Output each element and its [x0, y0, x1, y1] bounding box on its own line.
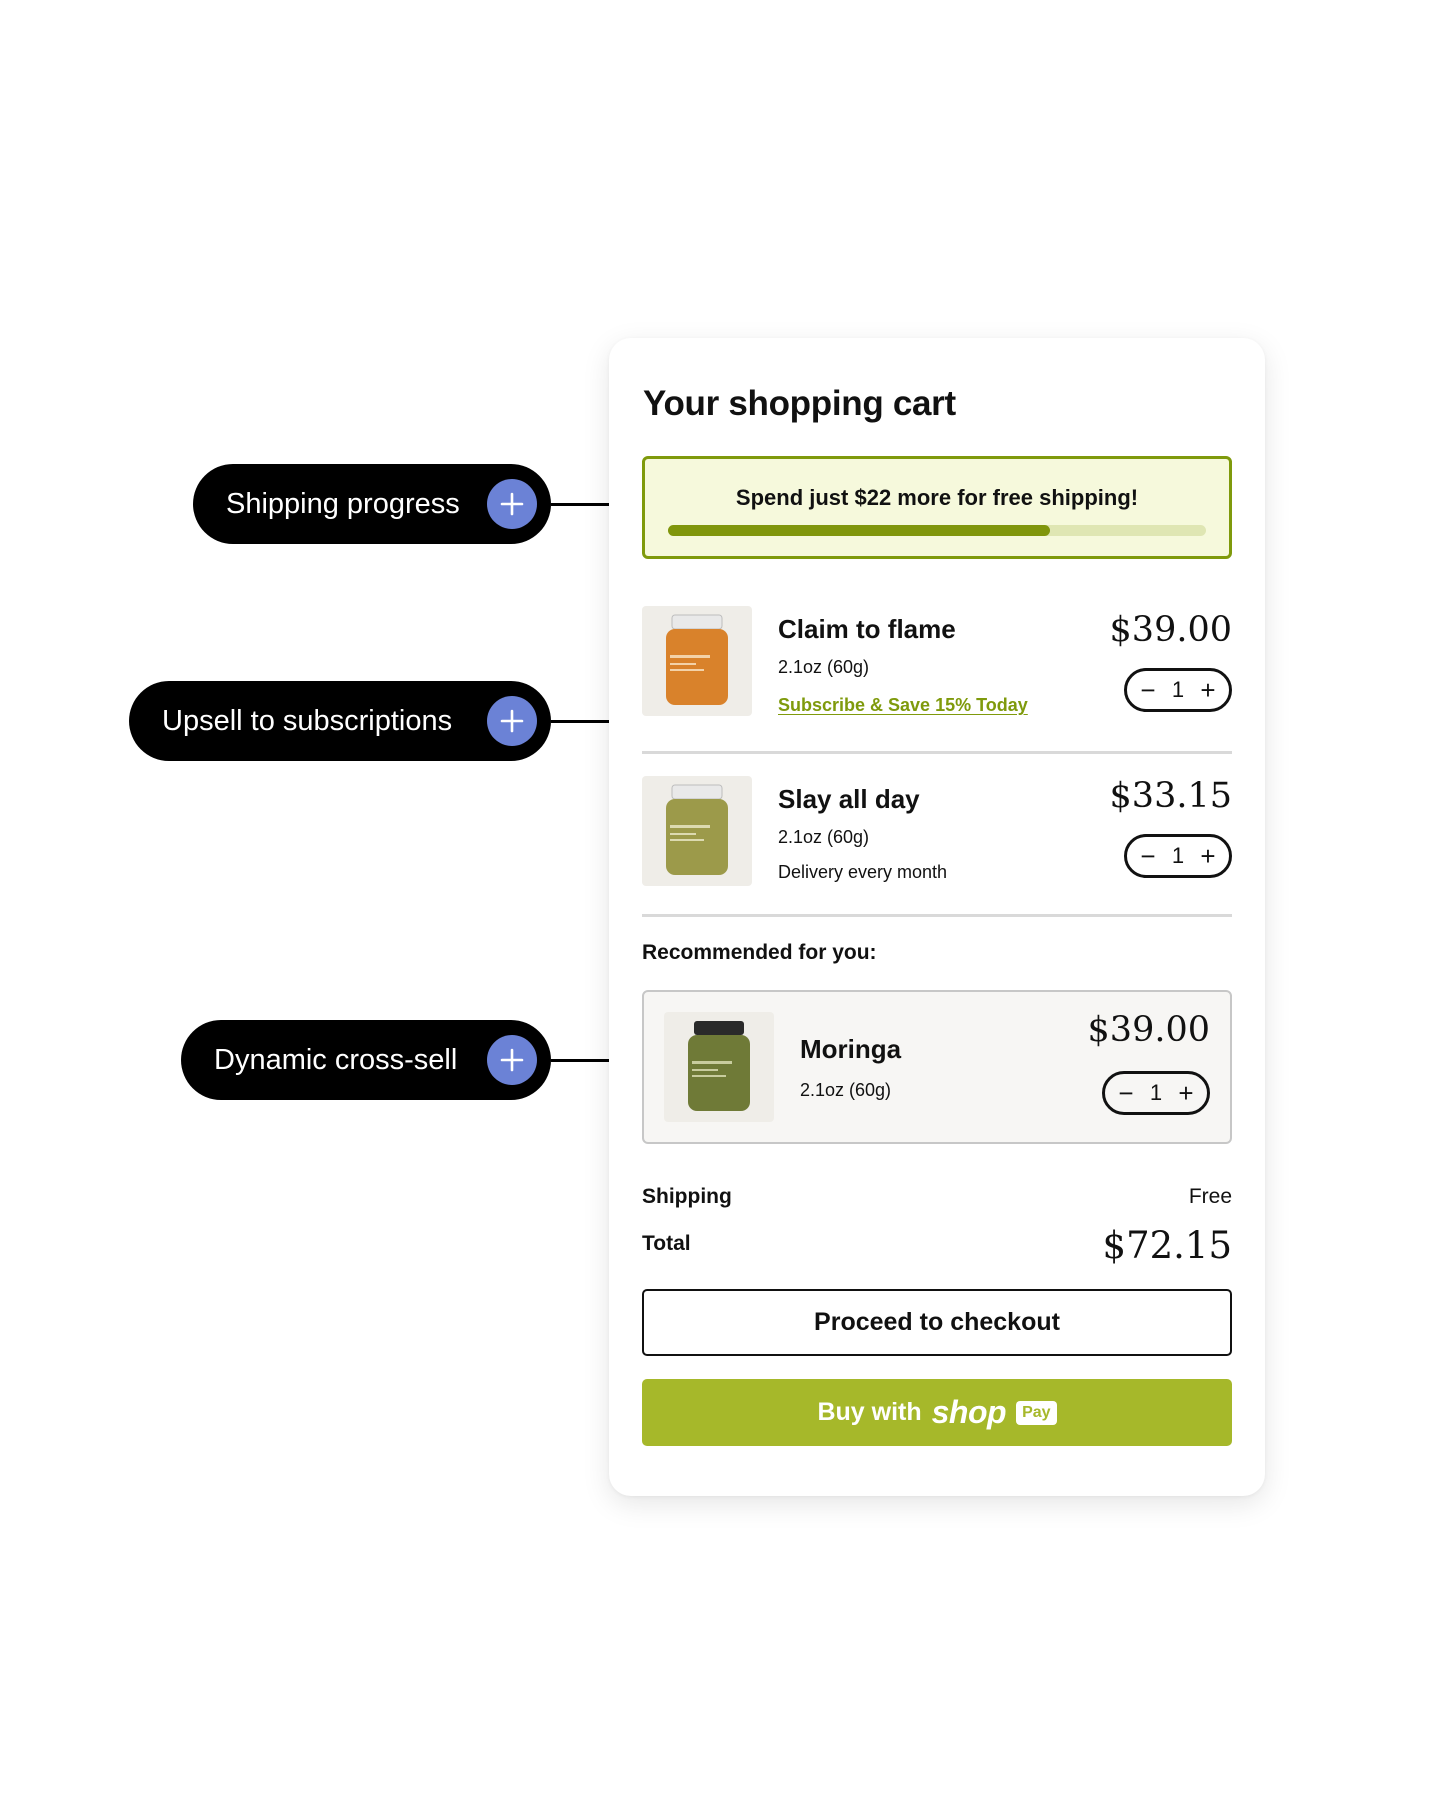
total-label: Total: [642, 1232, 691, 1255]
annotation-dynamic-cross-sell: Dynamic cross-sell: [181, 1020, 551, 1100]
product-name[interactable]: Moringa: [800, 1034, 901, 1065]
plus-icon[interactable]: +: [1176, 1080, 1196, 1106]
shipping-progress-message: Spend just $22 more for free shipping!: [735, 485, 1139, 510]
product-image: [642, 606, 752, 716]
shop-pay-prefix: Buy with: [817, 1398, 922, 1426]
proceed-to-checkout-button[interactable]: Proceed to checkout: [642, 1289, 1232, 1356]
jar-icon: [666, 784, 728, 875]
annotation-upsell-subscriptions: Upsell to subscriptions: [129, 681, 551, 761]
pay-badge: Pay: [1016, 1400, 1057, 1425]
product-size: 2.1oz (60g): [800, 1080, 892, 1100]
product-size: 2.1oz (60g): [778, 657, 870, 677]
minus-icon[interactable]: −: [1138, 843, 1158, 869]
product-image: [664, 1012, 774, 1122]
quantity-stepper: − 1 +: [1102, 1071, 1210, 1115]
shipping-label: Shipping: [642, 1185, 732, 1208]
annotation-label: Upsell to subscriptions: [162, 704, 453, 737]
shipping-summary-row: Shipping Free: [642, 1185, 1232, 1215]
checkout-label: Proceed to checkout: [814, 1308, 1060, 1336]
quantity-stepper: − 1 +: [1124, 834, 1232, 878]
cart-item: Claim to flame 2.1oz (60g) Subscribe & S…: [642, 606, 1232, 721]
shipping-progress-fill: [668, 525, 1050, 536]
annotation-label: Dynamic cross-sell: [214, 1043, 458, 1076]
quantity-stepper: − 1 +: [1124, 668, 1232, 712]
divider: [642, 751, 1232, 754]
product-price: $33.15: [1109, 776, 1232, 816]
shop-logo: shop: [931, 1394, 1007, 1430]
product-price: $39.00: [1109, 610, 1232, 650]
product-name[interactable]: Claim to flame: [778, 614, 956, 645]
plus-icon[interactable]: [487, 1035, 537, 1085]
jar-icon: [688, 1021, 750, 1111]
minus-icon[interactable]: −: [1138, 677, 1158, 703]
shipping-value: Free: [1188, 1185, 1232, 1208]
minus-icon[interactable]: −: [1116, 1080, 1136, 1106]
total-value: $72.15: [1102, 1224, 1232, 1267]
product-price: $39.00: [1087, 1010, 1210, 1050]
cart-title: Your shopping cart: [643, 384, 956, 423]
quantity-value: 1: [1149, 1080, 1163, 1105]
shopping-cart-panel: Your shopping cart Spend just $22 more f…: [609, 338, 1265, 1496]
recommended-heading: Recommended for you:: [642, 941, 877, 964]
divider: [642, 914, 1232, 917]
shipping-progress-box: Spend just $22 more for free shipping!: [642, 456, 1232, 559]
shipping-progress-track: [668, 525, 1206, 536]
product-name[interactable]: Slay all day: [778, 784, 920, 815]
plus-icon[interactable]: [487, 696, 537, 746]
quantity-value: 1: [1171, 843, 1185, 868]
total-summary-row: Total $72.15: [642, 1224, 1232, 1270]
annotation-shipping-progress: Shipping progress: [193, 464, 551, 544]
product-image: [642, 776, 752, 886]
quantity-value: 1: [1171, 677, 1185, 702]
shop-pay-button[interactable]: Buy with shop Pay: [642, 1379, 1232, 1446]
delivery-frequency: Delivery every month: [778, 862, 948, 882]
cart-item: Slay all day 2.1oz (60g) Delivery every …: [642, 776, 1232, 891]
recommended-product: Moringa 2.1oz (60g) $39.00 − 1 +: [642, 990, 1232, 1144]
plus-icon[interactable]: [487, 479, 537, 529]
jar-icon: [666, 614, 728, 705]
plus-icon[interactable]: +: [1198, 843, 1218, 869]
subscribe-save-link[interactable]: Subscribe & Save 15% Today: [778, 695, 1028, 716]
annotation-label: Shipping progress: [226, 487, 460, 520]
product-size: 2.1oz (60g): [778, 827, 870, 847]
plus-icon[interactable]: +: [1198, 677, 1218, 703]
